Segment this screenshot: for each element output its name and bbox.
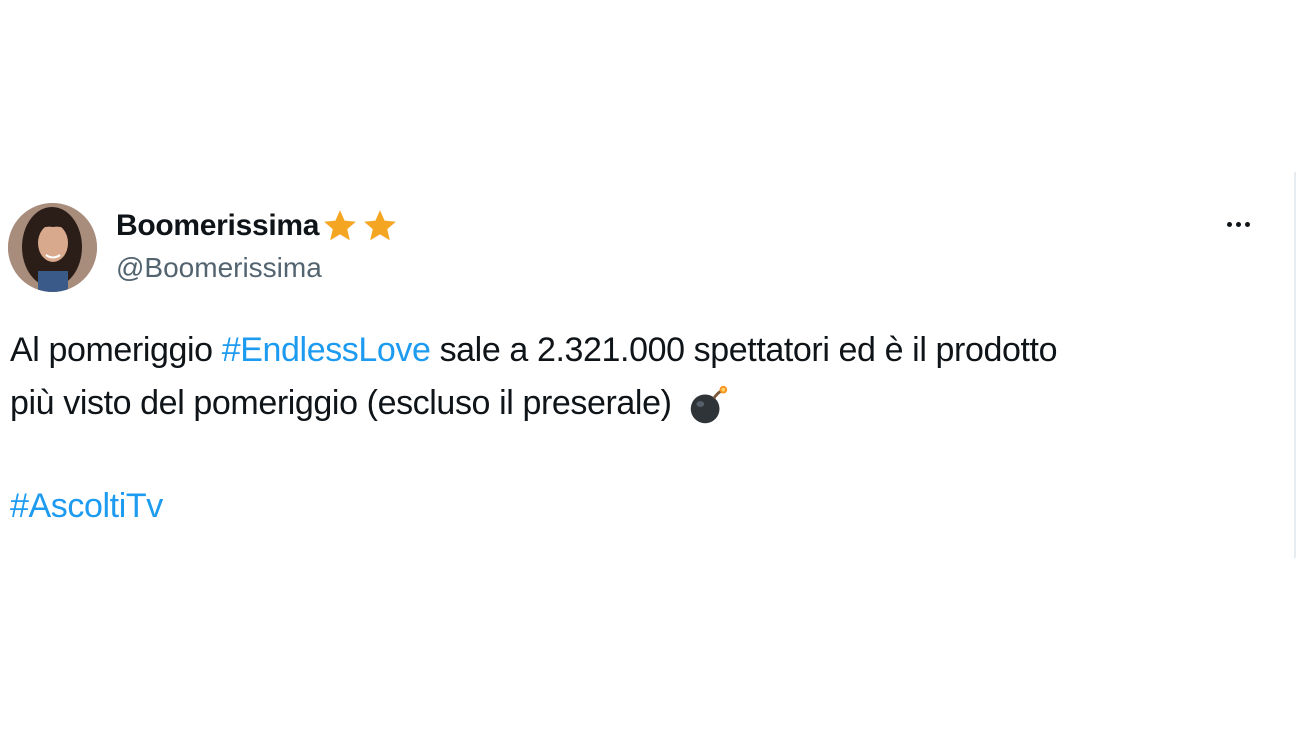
author-name-row: Boomerissima	[116, 206, 399, 246]
bomb-icon	[690, 385, 727, 424]
star-icon	[324, 210, 356, 241]
star-icon	[364, 210, 396, 241]
more-dot	[1244, 221, 1250, 227]
tweet-text: Al pomeriggio #EndlessLove sale a 2.321.…	[10, 324, 1270, 430]
author-handle[interactable]: @Boomerissima	[116, 252, 322, 284]
more-dot	[1235, 221, 1241, 227]
avatar[interactable]	[8, 203, 97, 292]
tweet-text-segment: Al pomeriggio	[10, 331, 222, 369]
tweet-tags: #AscoltiTv	[10, 484, 163, 528]
avatar-image	[8, 203, 97, 292]
tweet-text-segment: sale a 2.321.000 spettatori ed è il prod…	[430, 331, 1058, 369]
tweet-card[interactable]: Boomerissima @Boomerissima Al pomeriggio…	[0, 172, 1296, 558]
hashtag-ascoltitv[interactable]: #AscoltiTv	[10, 487, 163, 525]
hashtag-endlesslove[interactable]: #EndlessLove	[222, 331, 431, 369]
more-dot	[1226, 221, 1232, 227]
more-options-icon[interactable]	[1218, 210, 1258, 238]
display-name[interactable]: Boomerissima	[116, 209, 319, 243]
tweet-text-segment: più visto del pomeriggio (escluso il pre…	[10, 384, 672, 422]
